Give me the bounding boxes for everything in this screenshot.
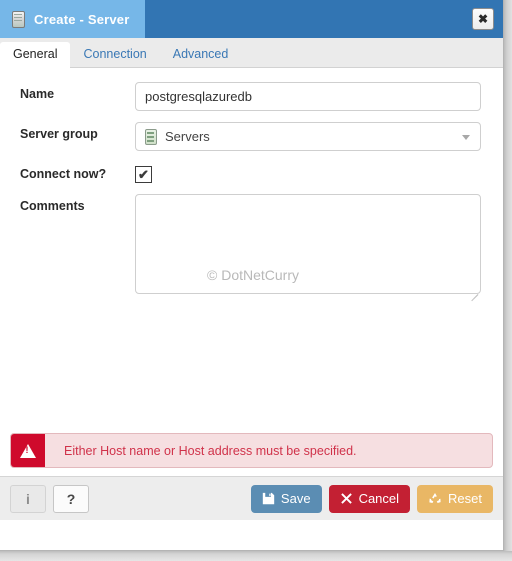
server-group-field-area: Servers [135, 122, 503, 151]
server-group-value: Servers [165, 129, 210, 144]
chevron-down-icon [462, 135, 470, 140]
error-message: Either Host name or Host address must be… [64, 443, 357, 458]
help-button[interactable]: ? [53, 484, 89, 513]
connect-now-checkbox[interactable]: ✔ [135, 166, 152, 183]
titlebar-tab: Create - Server [0, 0, 145, 38]
name-field-area [135, 82, 503, 111]
close-glyph: ✖ [477, 12, 489, 26]
name-input[interactable] [135, 82, 481, 111]
server-icon [12, 10, 25, 28]
connect-now-field-area: ✔ [135, 162, 503, 183]
general-tab-panel: Name Server group Servers [0, 68, 503, 476]
dialog-footer: i ? Save Cancel Reset [0, 476, 503, 520]
comments-wrap: © DotNetCurry [135, 194, 481, 302]
close-icon[interactable]: ✖ [472, 8, 494, 30]
comments-textarea[interactable] [135, 194, 481, 294]
form-row-comments: Comments © DotNetCurry [0, 194, 503, 302]
recycle-icon [428, 492, 442, 506]
server-group-select[interactable]: Servers [135, 122, 481, 151]
tab-general[interactable]: General [0, 41, 71, 68]
comments-label: Comments [20, 199, 85, 213]
dialog-title: Create - Server [34, 11, 130, 27]
connect-now-label: Connect now? [20, 167, 107, 181]
reset-button[interactable]: Reset [417, 484, 493, 513]
comments-field-area: © DotNetCurry [135, 194, 503, 302]
cancel-label: Cancel [358, 491, 400, 506]
question-mark-icon: ? [66, 490, 76, 507]
close-x-icon [340, 492, 353, 505]
tab-connection[interactable]: Connection [70, 42, 159, 68]
form-row-server-group: Server group Servers [0, 122, 503, 151]
create-server-dialog: Create - Server ✖ General Connection Adv… [0, 0, 504, 551]
server-group-label: Server group [20, 127, 98, 141]
check-icon: ✔ [138, 167, 149, 182]
name-label: Name [20, 87, 55, 101]
tab-strip: General Connection Advanced [0, 38, 503, 68]
floppy-disk-icon [262, 492, 275, 505]
dialog-right-shadow [504, 0, 512, 553]
reset-label: Reset [448, 491, 482, 506]
dialog-titlebar: Create - Server ✖ [0, 0, 503, 38]
server-group-icon [145, 128, 157, 145]
error-bar-wrap: Either Host name or Host address must be… [10, 433, 493, 468]
save-label: Save [280, 491, 311, 506]
tab-advanced[interactable]: Advanced [160, 42, 242, 68]
dialog-bottom-shadow [0, 551, 512, 561]
info-icon: i [26, 490, 30, 507]
form-row-connect-now: Connect now? ✔ [0, 162, 503, 183]
error-banner: Either Host name or Host address must be… [10, 433, 493, 468]
form-row-name: Name [0, 82, 503, 111]
warning-triangle-icon [11, 434, 45, 467]
cancel-button[interactable]: Cancel [328, 484, 411, 513]
save-button[interactable]: Save [250, 484, 322, 513]
info-button[interactable]: i [10, 484, 46, 513]
